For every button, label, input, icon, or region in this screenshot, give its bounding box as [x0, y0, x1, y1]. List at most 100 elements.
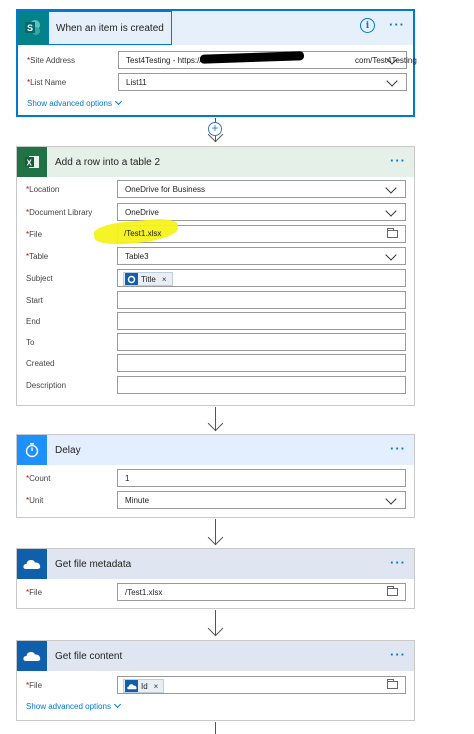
more-options-icon[interactable]: ··· — [390, 154, 406, 167]
chevron-down-icon — [113, 700, 121, 709]
created-row: Created — [17, 354, 414, 374]
site-address-value-tail: com/Test4Testing — [355, 56, 417, 65]
start-label: Start — [26, 296, 43, 305]
content-file-row: *File Id × — [17, 676, 414, 696]
start-row: Start — [17, 291, 414, 311]
location-label: Location — [29, 185, 60, 194]
description-label: Description — [26, 381, 67, 390]
location-value: OneDrive for Business — [125, 185, 206, 194]
folder-icon[interactable] — [387, 679, 398, 689]
chevron-down-icon[interactable] — [385, 249, 397, 261]
title-token[interactable]: Title × — [123, 272, 173, 286]
metadata-file-row: *File /Test1.xlsx — [17, 583, 414, 603]
subject-label: Subject — [26, 274, 53, 283]
subject-row: Subject Title × — [17, 269, 414, 289]
svg-text:S: S — [27, 23, 33, 33]
get-file-content-card[interactable]: Get file content ··· *File Id × Show adv… — [16, 640, 415, 721]
metadata-file-input[interactable]: /Test1.xlsx — [117, 583, 406, 601]
site-address-value: Test4Testing - https:// — [126, 56, 202, 65]
connector-line — [215, 722, 216, 734]
table-label: Table — [29, 252, 49, 261]
list-name-dropdown[interactable]: List11 — [118, 73, 407, 91]
card-title: Get file metadata — [55, 558, 132, 570]
end-label: End — [26, 317, 41, 326]
chevron-down-icon[interactable] — [385, 182, 397, 194]
arrow-down-icon — [207, 529, 224, 546]
file-value-overlay: /Test1.xlsx — [124, 229, 162, 238]
location-dropdown[interactable]: OneDrive for Business — [117, 180, 406, 198]
metadata-header[interactable]: Get file metadata ··· — [17, 549, 414, 579]
site-address-label: Site Address — [30, 56, 76, 65]
to-label: To — [26, 338, 35, 347]
list-name-row: *List Name List11 — [18, 73, 413, 93]
chevron-down-icon[interactable] — [385, 493, 397, 505]
table-row-field: *Table Table3 — [17, 247, 414, 267]
unit-row: *Unit Minute — [17, 491, 414, 511]
to-input[interactable] — [117, 333, 406, 351]
table-dropdown[interactable]: Table3 — [117, 247, 406, 265]
list-name-value: List11 — [126, 78, 147, 87]
count-label: Count — [29, 474, 51, 483]
content-file-label: File — [29, 681, 43, 690]
arrow-down-icon — [207, 620, 224, 637]
excel-header[interactable]: X Add a row into a table 2 ··· — [17, 147, 414, 177]
description-input[interactable] — [117, 376, 406, 394]
created-label: Created — [26, 359, 55, 368]
content-file-input[interactable]: Id × — [117, 676, 406, 694]
onedrive-icon — [125, 680, 138, 692]
token-label: Id — [141, 681, 148, 691]
sharepoint-icon: S — [18, 11, 48, 45]
more-options-icon[interactable]: ··· — [390, 556, 406, 569]
svg-text:X: X — [27, 159, 33, 168]
show-advanced-options-link[interactable]: Show advanced options — [27, 97, 122, 108]
folder-icon[interactable] — [387, 586, 398, 596]
location-row: *Location OneDrive for Business — [17, 180, 414, 200]
remove-token-icon[interactable]: × — [162, 275, 167, 284]
onedrive-icon — [17, 641, 47, 671]
end-input[interactable] — [117, 312, 406, 330]
more-options-icon[interactable]: ··· — [389, 18, 405, 31]
remove-token-icon[interactable]: × — [154, 682, 159, 691]
title-edit-box[interactable] — [48, 11, 172, 45]
end-row: End — [17, 312, 414, 332]
more-options-icon[interactable]: ··· — [390, 442, 406, 455]
card-title: Add a row into a table 2 — [55, 156, 161, 168]
trigger-header[interactable]: S When an item is created i ··· — [18, 11, 413, 45]
delay-header[interactable]: Delay ··· — [17, 435, 414, 465]
count-input[interactable]: 1 — [117, 469, 406, 487]
id-token[interactable]: Id × — [123, 679, 165, 693]
subject-input[interactable]: Title × — [117, 269, 406, 287]
chevron-down-icon — [114, 97, 122, 106]
start-input[interactable] — [117, 291, 406, 309]
document-library-row: *Document Library OneDrive — [17, 203, 414, 223]
get-file-metadata-card[interactable]: Get file metadata ··· *File /Test1.xlsx — [16, 548, 415, 609]
document-library-label: Document Library — [29, 208, 93, 217]
excel-icon: X — [17, 147, 47, 177]
document-library-value: OneDrive — [125, 208, 159, 217]
description-row: Description — [17, 376, 414, 396]
to-row: To — [17, 333, 414, 353]
onedrive-icon — [17, 549, 47, 579]
outlook-icon — [125, 273, 138, 285]
unit-value: Minute — [125, 496, 150, 505]
list-name-label: List Name — [30, 78, 67, 87]
delay-card[interactable]: Delay ··· *Count 1 *Unit Minute — [16, 434, 415, 518]
file-row: *File /Test1.xlsx — [17, 225, 414, 245]
timer-icon — [17, 435, 47, 465]
table-value: Table3 — [125, 252, 149, 261]
metadata-file-value: /Test1.xlsx — [125, 588, 163, 597]
count-value: 1 — [125, 474, 130, 483]
created-input[interactable] — [117, 354, 406, 372]
chevron-down-icon[interactable] — [386, 75, 398, 87]
excel-card[interactable]: X Add a row into a table 2 ··· *Location… — [16, 146, 415, 406]
info-icon[interactable]: i — [360, 18, 375, 33]
content-header[interactable]: Get file content ··· — [17, 641, 414, 671]
more-options-icon[interactable]: ··· — [390, 648, 406, 661]
unit-label: Unit — [29, 496, 44, 505]
chevron-down-icon[interactable] — [385, 205, 397, 217]
folder-icon[interactable] — [387, 228, 398, 238]
card-title: Delay — [55, 444, 81, 456]
token-label: Title — [141, 274, 156, 284]
show-advanced-options-link[interactable]: Show advanced options — [26, 700, 121, 711]
unit-dropdown[interactable]: Minute — [117, 491, 406, 509]
